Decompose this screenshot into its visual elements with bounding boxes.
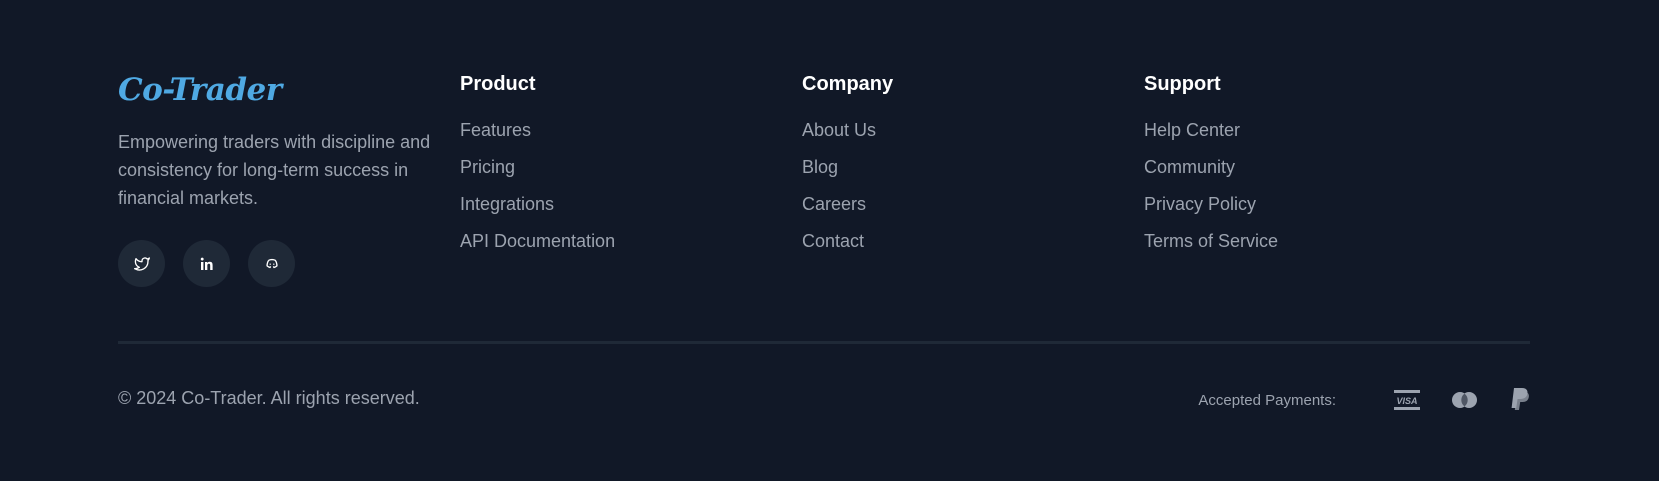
footer-column-product: Product Features Pricing Integrations AP… — [460, 70, 780, 260]
payments-label: Accepted Payments: — [1198, 391, 1336, 409]
footer-link-api-documentation[interactable]: API Documentation — [460, 223, 780, 260]
brand-column: Co-Trader Empowering traders with discip… — [118, 70, 458, 230]
linkedin-button[interactable] — [183, 240, 230, 287]
column-title: Company — [802, 73, 894, 95]
footer-link-help-center[interactable]: Help Center — [1144, 112, 1464, 149]
footer-link-about-us[interactable]: About Us — [802, 112, 1122, 149]
accepted-payments: Accepted Payments: VISA — [1198, 386, 1530, 414]
twitter-button[interactable] — [118, 240, 165, 287]
discord-icon — [265, 258, 278, 268]
footer-link-contact[interactable]: Contact — [802, 223, 1122, 260]
column-title: Product — [460, 73, 536, 95]
footer-link-blog[interactable]: Blog — [802, 149, 1122, 186]
footer-link-careers[interactable]: Careers — [802, 186, 1122, 223]
copyright-text: © 2024 Co-Trader. All rights reserved. — [118, 388, 420, 408]
linkedin-icon — [200, 257, 213, 270]
discord-button[interactable] — [248, 240, 295, 287]
twitter-icon — [133, 256, 150, 271]
visa-icon: VISA — [1393, 389, 1421, 411]
footer-link-integrations[interactable]: Integrations — [460, 186, 780, 223]
footer-link-pricing[interactable]: Pricing — [460, 149, 780, 186]
footer-column-support: Support Help Center Community Privacy Po… — [1144, 70, 1464, 260]
footer-link-features[interactable]: Features — [460, 112, 780, 149]
svg-text:VISA: VISA — [1396, 396, 1417, 406]
mastercard-icon — [1450, 389, 1479, 411]
brand-tagline: Empowering traders with discipline and c… — [118, 132, 431, 208]
paypal-icon — [1508, 386, 1530, 414]
logo[interactable]: Co-Trader — [118, 70, 458, 110]
social-links — [118, 240, 295, 287]
site-footer: Co-Trader Empowering traders with discip… — [118, 0, 1530, 481]
footer-divider — [118, 341, 1530, 344]
footer-link-terms-of-service[interactable]: Terms of Service — [1144, 223, 1464, 260]
footer-link-community[interactable]: Community — [1144, 149, 1464, 186]
column-title: Support — [1144, 73, 1221, 95]
footer-column-company: Company About Us Blog Careers Contact — [802, 70, 1122, 260]
footer-link-privacy-policy[interactable]: Privacy Policy — [1144, 186, 1464, 223]
